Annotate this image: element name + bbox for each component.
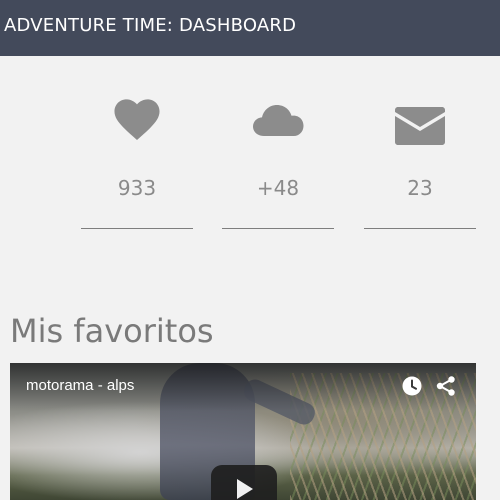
top-bar: ADVENTURE TIME: DASHBOARD — [0, 0, 500, 56]
video-player[interactable]: motorama - alps — [10, 363, 476, 500]
envelope-icon — [364, 90, 476, 150]
clock-icon[interactable] — [401, 375, 423, 397]
video-title[interactable]: motorama - alps — [26, 377, 134, 394]
play-icon — [237, 479, 253, 499]
stat-cloud-underline — [222, 228, 334, 229]
stat-messages-underline — [364, 228, 476, 229]
favorites-title: Mis favoritos — [10, 312, 214, 350]
heart-icon — [81, 90, 193, 150]
stats-row: 933 +48 23 — [0, 90, 500, 230]
app-title: ADVENTURE TIME: DASHBOARD — [4, 15, 297, 36]
stat-messages-value: 23 — [407, 176, 433, 200]
stat-likes-value: 933 — [117, 176, 157, 200]
stat-cloud-value: +48 — [256, 176, 300, 200]
stat-likes[interactable]: 933 — [81, 90, 193, 229]
stat-messages[interactable]: 23 — [364, 90, 476, 229]
cloud-icon — [222, 90, 334, 150]
stat-likes-underline — [81, 228, 193, 229]
stat-cloud[interactable]: +48 — [222, 90, 334, 229]
play-button[interactable] — [211, 465, 277, 500]
share-icon[interactable] — [435, 375, 457, 397]
